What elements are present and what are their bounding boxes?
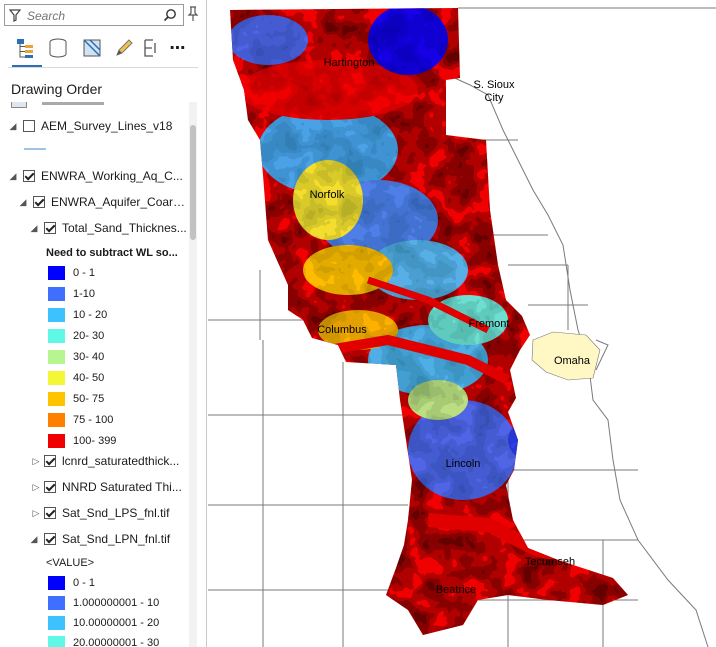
legend-swatch[interactable] [48,413,65,427]
legend-swatch[interactable] [48,350,65,364]
legend-label: 75 - 100 [73,414,114,426]
legend-label: 0 - 1 [73,267,96,279]
layer-name-partial [42,102,104,105]
layer-name: lcnrd_saturatedthick... [62,454,180,468]
legend-swatch[interactable] [48,329,65,343]
city-label-fremont: Fremont [469,318,510,330]
list-by-editing-icon[interactable] [112,36,136,60]
layer-name: Sat_Snd_LPS_fnl.tif [62,506,170,520]
search-box[interactable] [4,4,184,26]
list-by-selection-icon[interactable] [80,36,104,60]
map-canvas[interactable]: Hartington S. Sioux City Norfolk Columbu… [208,0,716,647]
legend-swatch[interactable] [48,308,65,322]
scrollbar-thumb[interactable] [190,125,196,240]
layer-name: AEM_Survey_Lines_v18 [41,119,173,133]
legend-swatch[interactable] [48,287,65,301]
pane-heading: Drawing Order [11,81,103,97]
legend-label: 20- 30 [73,330,105,342]
legend-swatch[interactable] [48,596,65,610]
legend-label: 10 - 20 [73,309,108,321]
layer-name: Total_Sand_Thicknes... [62,221,187,235]
layer-name: Sat_Snd_LPN_fnl.tif [62,532,171,546]
layer-name: ENWRA_Working_Aq_C... [41,169,183,183]
layer-enwra-aquifer-group[interactable]: ◢ ENWRA_Aquifer_Coars... [0,192,188,212]
search-input[interactable] [25,7,159,25]
collapse-arrow-icon[interactable]: ◢ [29,529,39,549]
layer-nnrd-saturated-thickness[interactable]: ▷ NNRD Saturated Thi... [0,477,188,497]
field-name: <VALUE> [46,557,95,569]
legend-label: 40- 50 [73,372,105,384]
city-label-lincoln: Lincoln [446,458,481,470]
city-label-columbus: Columbus [317,324,367,336]
map-view[interactable]: Hartington S. Sioux City Norfolk Columbu… [208,0,716,647]
layer-enwra-working-group[interactable]: ◢ ENWRA_Working_Aq_C... [0,166,188,186]
city-label-omaha: Omaha [554,355,591,367]
legend-label: 0 - 1 [73,577,96,589]
layer-name: ENWRA_Aquifer_Coars... [51,195,187,209]
legend-label: 100- 399 [73,435,117,447]
funnel-icon[interactable] [9,9,21,22]
city-label-beatrice: Beatrice [436,584,476,596]
list-by-labeling-icon[interactable] [140,36,164,60]
contents-pane: ⋯ Drawing Order ◢ AEM_Survey_Lines_v18 ◢… [0,0,207,647]
layer-visibility-checkbox[interactable] [23,120,35,132]
legend-label: 30- 40 [73,351,105,363]
layer-visibility-checkbox[interactable] [44,222,56,234]
legend-swatch[interactable] [48,266,65,280]
pin-icon[interactable] [187,6,199,22]
list-by-data-source-icon[interactable] [46,36,70,60]
legend-label: 20.00000001 - 30 [73,637,160,647]
line-symbol-icon [24,148,46,150]
city-label-sioux-city: S. Sioux [474,79,515,91]
legend-label: 1-10 [73,288,96,300]
legend-swatch[interactable] [48,371,65,385]
legend-swatch[interactable] [48,434,65,448]
city-label-hartington: Hartington [324,57,375,69]
legend-swatch[interactable] [48,392,65,406]
legend-label: 10.00000001 - 20 [73,617,160,629]
collapse-arrow-icon[interactable]: ◢ [8,116,18,136]
legend-swatch[interactable] [48,636,65,647]
contents-toolbar: ⋯ [0,32,200,68]
more-icon[interactable]: ⋯ [166,36,190,60]
active-tab-indicator [12,65,42,67]
legend-swatch[interactable] [48,616,65,630]
collapse-arrow-icon[interactable]: ◢ [8,166,18,186]
collapse-arrow-icon[interactable]: ◢ [29,218,39,238]
legend-swatch[interactable] [48,576,65,590]
layer-lcnrd-saturated-thickness[interactable]: ▷ lcnrd_saturatedthick... [0,451,188,471]
layer-visibility-checkbox[interactable] [44,481,56,493]
expand-arrow-icon[interactable]: ▷ [31,477,41,497]
city-label-sioux-city-2: City [485,92,504,104]
legend-label: 50- 75 [73,393,105,405]
expand-arrow-icon[interactable]: ▷ [31,503,41,523]
layer-sat-snd-lps[interactable]: ▷ Sat_Snd_LPS_fnl.tif [0,503,188,523]
layer-visibility-checkbox[interactable] [44,455,56,467]
layer-description: Need to subtract WL so... [46,247,178,259]
legend-label: 1.000000001 - 10 [73,597,160,609]
search-icon[interactable] [163,8,177,22]
list-by-drawing-order-icon[interactable] [14,36,38,60]
layer-icon-partial [11,102,27,108]
expand-arrow-icon[interactable]: ▷ [31,451,41,471]
layer-visibility-checkbox[interactable] [23,170,35,182]
layer-sat-snd-lpn[interactable]: ◢ Sat_Snd_LPN_fnl.tif [0,529,188,549]
city-label-norfolk: Norfolk [310,189,345,201]
layer-visibility-checkbox[interactable] [44,533,56,545]
layer-name: NNRD Saturated Thi... [62,480,182,494]
city-label-tecumseh: Tecumseh [525,556,575,568]
collapse-arrow-icon[interactable]: ◢ [18,192,28,212]
layer-aem-survey-lines[interactable]: ◢ AEM_Survey_Lines_v18 [0,116,188,136]
layer-visibility-checkbox[interactable] [44,507,56,519]
layer-visibility-checkbox[interactable] [33,196,45,208]
layer-total-sand-thickness[interactable]: ◢ Total_Sand_Thicknes... [0,218,188,238]
